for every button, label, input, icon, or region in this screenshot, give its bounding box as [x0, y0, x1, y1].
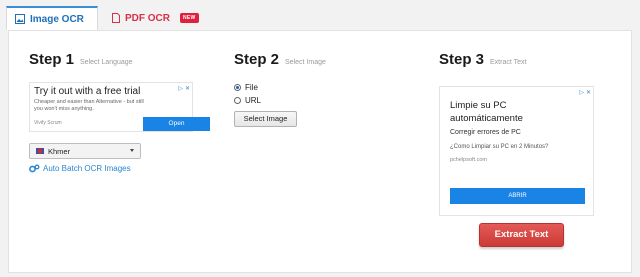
pdf-icon [112, 13, 120, 23]
ad2-open-button[interactable]: ABRIR [450, 188, 585, 204]
ad2-subtitle: Corregir errores de PC [450, 129, 521, 136]
ad2-title-line1: Limpie su PC [450, 100, 507, 111]
language-selected: Khmer [48, 146, 71, 156]
radio-url-button[interactable] [234, 97, 241, 104]
ad2-question: ¿Como Limpiar su PC en 2 Minutos? [450, 144, 549, 150]
radio-file[interactable]: File [234, 83, 258, 92]
step1-title: Step 1 [29, 51, 75, 68]
extract-text-button[interactable]: Extract Text [479, 223, 564, 247]
close-icon: ✕ [184, 86, 190, 92]
tab-image-ocr[interactable]: Image OCR [6, 6, 98, 30]
ad-description: Cheaper and easier than Alternative - bu… [34, 99, 144, 112]
tab-pdf-ocr-label: PDF OCR [125, 12, 170, 24]
ad2-choices[interactable]: ▷ ✕ [579, 89, 591, 96]
language-select[interactable]: Khmer [29, 143, 141, 159]
step1-subtitle: Select Language [80, 59, 133, 66]
step2-subtitle: Select Image [285, 59, 326, 66]
step3-subtitle: Extract Text [490, 59, 527, 66]
tab-image-ocr-label: Image OCR [30, 13, 84, 25]
step1-header: Step 1 Select Language [29, 51, 133, 68]
tab-pdf-ocr[interactable]: PDF OCR NEW [108, 6, 199, 30]
radio-url[interactable]: URL [234, 96, 261, 105]
gears-icon [29, 164, 40, 173]
chevron-down-icon [130, 149, 134, 152]
new-badge: NEW [180, 13, 199, 23]
ad2-source: pchelpsoft.com [450, 157, 487, 163]
radio-url-label: URL [245, 96, 262, 105]
image-icon [15, 14, 25, 24]
step3-header: Step 3 Extract Text [439, 51, 526, 68]
radio-file-label: File [245, 83, 258, 92]
adchoices-icon: ▷ [579, 90, 584, 96]
radio-file-button[interactable] [234, 84, 241, 91]
adchoices-icon: ▷ [178, 86, 183, 92]
step2-title: Step 2 [234, 51, 280, 68]
ad-title: Try it out with a free trial [34, 86, 141, 97]
ad2-title-line2: automáticamente [450, 113, 523, 124]
auto-batch-label: Auto Batch OCR Images [43, 164, 131, 173]
select-image-button[interactable]: Select Image [234, 111, 297, 127]
flag-icon [36, 148, 44, 154]
step2-header: Step 2 Select Image [234, 51, 326, 68]
ocr-card: Step 1 Select Language ▷ ✕ Try it out wi… [8, 30, 632, 273]
ad-open-button[interactable]: Open [143, 117, 210, 131]
ad-banner-pc[interactable]: ▷ ✕ Limpie su PC automáticamente Corregi… [439, 86, 594, 216]
step3-title: Step 3 [439, 51, 485, 68]
tab-bar: Image OCR PDF OCR NEW [0, 0, 640, 30]
ad-source: Vivify Scrum [34, 120, 62, 126]
ad-banner-trial[interactable]: ▷ ✕ Try it out with a free trial Cheaper… [29, 82, 210, 132]
ad-choices[interactable]: ▷ ✕ [178, 85, 190, 92]
auto-batch-link[interactable]: Auto Batch OCR Images [29, 164, 131, 173]
close-icon: ✕ [585, 90, 591, 96]
